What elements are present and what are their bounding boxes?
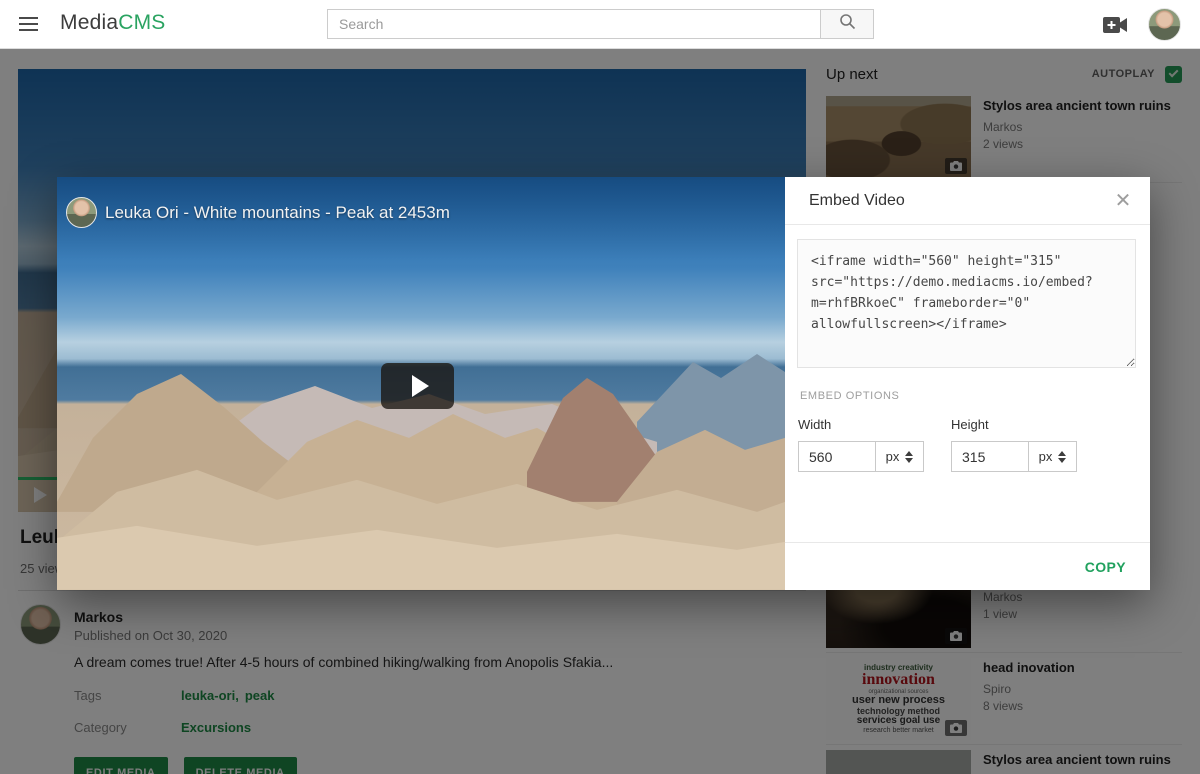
modal-footer: COPY	[785, 542, 1150, 590]
width-label: Width	[798, 417, 924, 432]
width-unit-select[interactable]: px	[876, 441, 924, 472]
embed-video-modal: Leuka Ori - White mountains - Peak at 24…	[57, 177, 1150, 590]
close-icon[interactable]: ✕	[1110, 188, 1136, 214]
width-group: Width px	[798, 417, 924, 472]
brand-logo[interactable]: MediaCMS	[60, 11, 165, 35]
preview-author-avatar	[66, 197, 97, 228]
width-input[interactable]	[798, 441, 876, 472]
brand-media: Media	[60, 11, 118, 34]
height-unit-value: px	[1039, 449, 1053, 464]
stepper-arrows-icon	[1058, 451, 1066, 463]
brand-cms: CMS	[118, 11, 165, 34]
embed-options-label: EMBED OPTIONS	[800, 390, 1136, 402]
height-label: Height	[951, 417, 1077, 432]
embed-preview-player[interactable]: Leuka Ori - White mountains - Peak at 24…	[57, 177, 785, 590]
height-group: Height px	[951, 417, 1077, 472]
embed-panel: Embed Video ✕ <iframe width="560" height…	[785, 177, 1150, 590]
height-unit-select[interactable]: px	[1029, 441, 1077, 472]
width-unit-value: px	[886, 449, 900, 464]
stepper-arrows-icon	[905, 451, 913, 463]
search-button[interactable]	[820, 9, 874, 39]
height-input[interactable]	[951, 441, 1029, 472]
copy-button[interactable]: COPY	[1085, 559, 1126, 575]
embed-code-textarea[interactable]: <iframe width="560" height="315" src="ht…	[797, 239, 1136, 368]
user-avatar[interactable]	[1148, 8, 1181, 41]
dimension-controls: Width px Height	[798, 417, 1136, 472]
modal-body: <iframe width="560" height="315" src="ht…	[785, 225, 1150, 542]
big-play-button[interactable]	[381, 363, 454, 409]
menu-icon[interactable]	[19, 17, 38, 31]
magnifier-icon	[839, 13, 856, 35]
top-bar: MediaCMS	[0, 0, 1200, 49]
search-input[interactable]	[327, 9, 820, 39]
play-triangle-icon	[412, 375, 429, 397]
video-add-icon[interactable]	[1103, 17, 1127, 33]
modal-title: Embed Video	[809, 192, 905, 210]
search-bar	[327, 9, 874, 39]
modal-header: Embed Video	[785, 177, 1150, 225]
app-window: MediaCMS	[0, 0, 1200, 774]
preview-video-title: Leuka Ori - White mountains - Peak at 24…	[105, 203, 450, 223]
